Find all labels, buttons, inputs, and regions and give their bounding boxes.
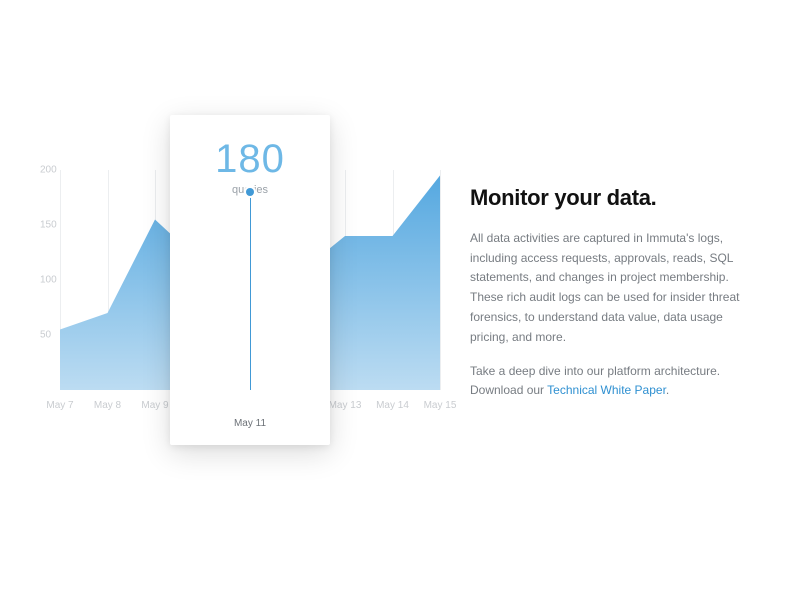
y-tick-label: 200 xyxy=(40,165,57,176)
chart-panel: 50100150200May 7May 8May 9May 10May 11Ma… xyxy=(20,120,460,480)
page: 50100150200May 7May 8May 9May 10May 11Ma… xyxy=(0,0,800,600)
x-tick-label: May 13 xyxy=(329,400,362,411)
text-panel: Monitor your data. All data activities a… xyxy=(460,185,770,415)
section-headline: Monitor your data. xyxy=(470,185,740,211)
highlight-marker-line xyxy=(250,192,251,390)
white-paper-link[interactable]: Technical White Paper xyxy=(547,383,666,397)
x-tick-label: May 15 xyxy=(424,400,457,411)
x-tick-label: May 7 xyxy=(46,400,73,411)
highlight-value: 180 xyxy=(170,137,330,182)
section-paragraph-1: All data activities are captured in Immu… xyxy=(470,229,740,348)
x-tick-label: May 14 xyxy=(376,400,409,411)
section-paragraph-2: Take a deep dive into our platform archi… xyxy=(470,362,740,402)
gridline xyxy=(440,170,441,390)
highlight-marker-dot xyxy=(246,188,254,196)
highlight-xlabel: May 11 xyxy=(170,418,330,429)
y-tick-label: 50 xyxy=(40,330,51,341)
y-tick-label: 150 xyxy=(40,220,57,231)
x-tick-label: May 8 xyxy=(94,400,121,411)
x-tick-label: May 9 xyxy=(141,400,168,411)
para2-post: . xyxy=(666,383,669,397)
y-tick-label: 100 xyxy=(40,275,57,286)
chart-highlight-card: 180 queries May 11 xyxy=(170,115,330,445)
